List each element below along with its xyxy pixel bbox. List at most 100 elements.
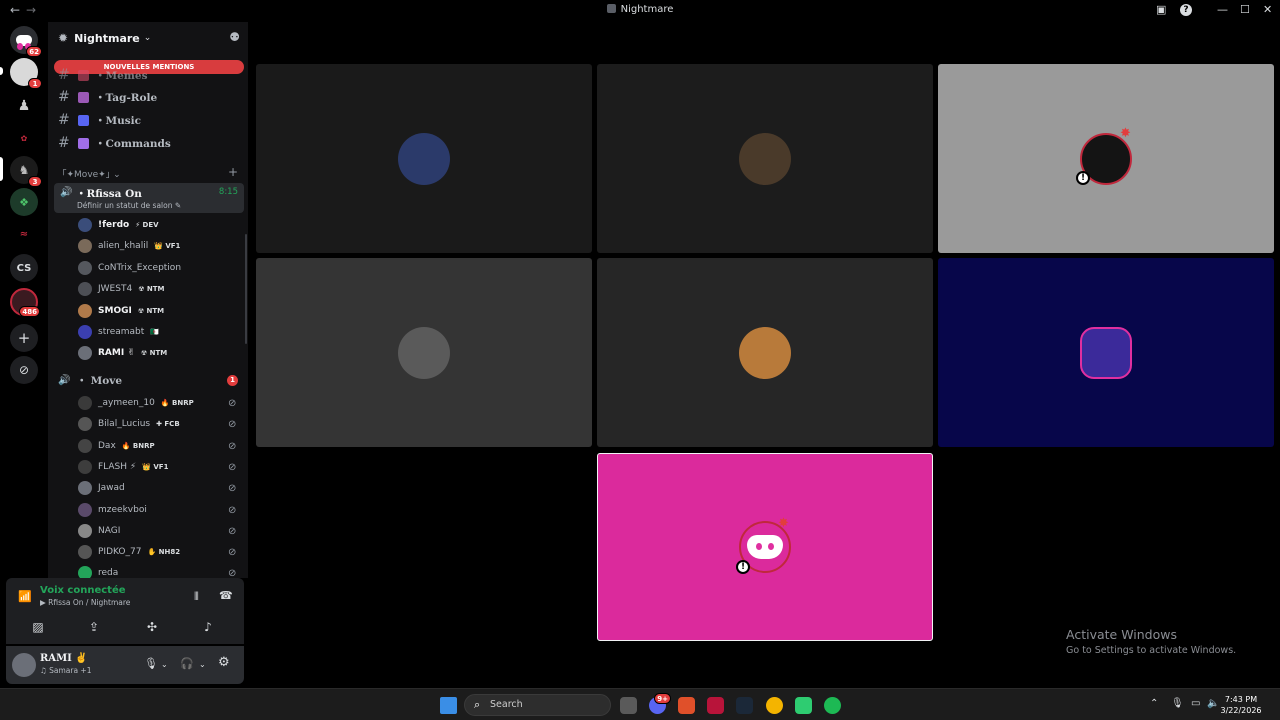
channel-emoji-icon (78, 91, 89, 103)
chrome-icon[interactable] (766, 697, 783, 714)
set-status-link[interactable]: Définir un statut de salon ✎ (77, 201, 181, 210)
voice-member[interactable]: PIDKO_77 ✋ NH82 ⊘ (78, 543, 236, 561)
sidebar-scrollbar[interactable] (245, 234, 247, 344)
chevron-down-icon[interactable]: ⌄ (161, 660, 168, 669)
screen-share-button[interactable]: ⇪ (68, 616, 120, 638)
taskbar-clock[interactable]: 7:43 PM 3/22/2026 (1218, 694, 1264, 716)
voice-tile[interactable] (256, 64, 592, 253)
server-header[interactable]: ✹ Nightmare ⌄ ⚉ (48, 22, 248, 54)
voice-tile[interactable] (256, 258, 592, 447)
inbox-icon[interactable]: ▣ (1156, 4, 1166, 16)
chevron-up-icon[interactable]: ⌃ (1150, 698, 1158, 709)
voice-member[interactable]: mzeekvboi ⊘ (78, 501, 236, 519)
voice-tile-speaking[interactable]: ✸ ! (597, 453, 933, 641)
voice-connected-channel[interactable]: ▶ Rfissa On / Nightmare (40, 598, 130, 607)
close-button[interactable]: ✕ (1263, 4, 1272, 16)
voice-member[interactable]: Dax 🔥 BNRP ⊘ (78, 437, 236, 455)
voice-member[interactable]: Jawad ⊘ (78, 479, 236, 497)
help-icon[interactable]: ? (1180, 4, 1192, 16)
voice-member[interactable]: RAMI ✌ ☢ NTM (78, 344, 167, 362)
spotify-icon[interactable] (824, 697, 841, 714)
chevron-down-icon[interactable]: ⌄ (199, 660, 206, 669)
headset-icon[interactable]: 🎧 (180, 657, 194, 670)
activities-button[interactable]: ✣ (126, 616, 178, 638)
camera-off-button[interactable]: ▨ (12, 616, 64, 638)
anger-icon: ✸ (778, 516, 789, 531)
member-name: CoNTrix_Exception (98, 263, 182, 273)
soundboard-button[interactable]: ♪ (182, 616, 234, 638)
microphone-icon[interactable]: 🎙 (144, 657, 158, 670)
voice-member[interactable]: _aymeen_10 🔥 BNRP ⊘ (78, 394, 236, 412)
server-icon-6[interactable]: ≈ (10, 220, 38, 248)
create-channel-icon[interactable]: + (228, 165, 238, 179)
voice-member[interactable]: !ferdo ⚡ DEV (78, 216, 159, 234)
server-icon-7[interactable]: 486 (10, 288, 40, 317)
voice-channel-move[interactable]: 🔊 ・ Move 1 (58, 372, 242, 388)
minimize-button[interactable]: — (1217, 4, 1228, 16)
deafened-icon: ⊘ (228, 567, 237, 579)
home-dm-button[interactable]: 62 (10, 26, 42, 57)
server-icon-4[interactable]: ♞ 3 (10, 156, 42, 187)
server-icon-cs[interactable]: CS (10, 254, 38, 282)
avatar (78, 396, 92, 410)
activate-windows-title: Activate Windows (1066, 627, 1177, 642)
voice-member[interactable]: NAGI ⊘ (78, 522, 236, 540)
voice-member[interactable]: JWEST4 ☢ NTM (78, 280, 165, 298)
app-icon[interactable] (795, 697, 812, 714)
voice-tile[interactable] (597, 64, 933, 253)
signal-icon[interactable]: 📶 (18, 590, 32, 603)
discord-taskbar-icon[interactable]: 9+ (649, 693, 671, 714)
voice-member[interactable]: CoNTrix_Exception (78, 259, 187, 277)
avatar (78, 218, 92, 232)
figure-icon: ♟ (17, 98, 31, 114)
explore-servers-button[interactable]: ⊘ (10, 356, 38, 384)
user-name[interactable]: RAMI ✌ (40, 653, 88, 664)
avatar (78, 346, 92, 360)
server-badge: 1 (28, 78, 42, 89)
steam-icon[interactable] (736, 697, 753, 714)
brave-browser-icon[interactable] (678, 697, 695, 714)
invite-people-icon[interactable]: ⚉ (229, 30, 240, 44)
server-icon-1[interactable]: 1 (10, 58, 42, 89)
category-move[interactable]: ｢✦Move✦｣ ⌄ (62, 167, 121, 180)
channel-memes[interactable]: # ・Memes (58, 65, 148, 85)
voice-channel-name: ・Rfissa On (76, 188, 142, 200)
warning-icon: ! (1076, 171, 1090, 185)
voice-member[interactable]: alien_khalil 👑 VF1 (78, 237, 180, 255)
voice-channel-rfissa-on[interactable]: 🔊 ・Rfissa On 8:15 Définir un statut de s… (54, 183, 244, 213)
disconnect-icon[interactable]: ☎ (219, 589, 233, 602)
voice-member[interactable]: reda ⊘ (78, 564, 236, 578)
voice-tile[interactable]: ✸ ! (938, 64, 1274, 253)
voice-tile[interactable] (597, 258, 933, 447)
settings-gear-icon[interactable]: ⚙ (218, 655, 230, 670)
voice-member[interactable]: streamabt 🇩🇿 (78, 323, 159, 341)
start-windows-icon[interactable] (440, 697, 457, 714)
maximize-button[interactable]: ☐ (1240, 4, 1250, 16)
channel-music[interactable]: # ・Music (58, 110, 141, 130)
voice-tile[interactable] (938, 258, 1274, 447)
network-icon[interactable]: ▭ (1191, 698, 1200, 709)
avatar (78, 460, 92, 474)
channel-commands[interactable]: # ・Commands (58, 133, 171, 153)
user-avatar[interactable] (12, 653, 36, 677)
channel-label: ・Tag-Role (95, 91, 158, 104)
member-name: Bilal_Lucius (98, 419, 151, 429)
task-view-icon[interactable] (620, 697, 637, 714)
voice-member[interactable]: FLASH ⚡ 👑 VF1 ⊘ (78, 458, 236, 476)
app-icon[interactable] (707, 697, 724, 714)
server-icon-5[interactable]: ❖ (10, 188, 38, 216)
add-server-button[interactable]: + (10, 324, 38, 352)
voice-member[interactable]: SMOGI ☢ NTM (78, 302, 164, 320)
taskbar-search[interactable]: ⌕ Search (464, 694, 611, 716)
selected-pill (0, 157, 3, 181)
server-icon-3[interactable]: ✿ (10, 124, 38, 152)
deafened-icon: ⊘ (228, 461, 237, 473)
voice-member[interactable]: Bilal_Lucius ✚ FCB ⊘ (78, 415, 236, 433)
avatar (78, 325, 92, 339)
server-icon-2[interactable]: ♟ (10, 92, 38, 120)
microphone-tray-icon[interactable]: 🎙 (1171, 698, 1184, 709)
noise-suppression-icon[interactable]: ⦀ (194, 590, 199, 604)
member-name: Jawad (98, 483, 125, 493)
channel-tag-role[interactable]: # ・Tag-Role (58, 87, 157, 107)
avatar (78, 545, 92, 559)
